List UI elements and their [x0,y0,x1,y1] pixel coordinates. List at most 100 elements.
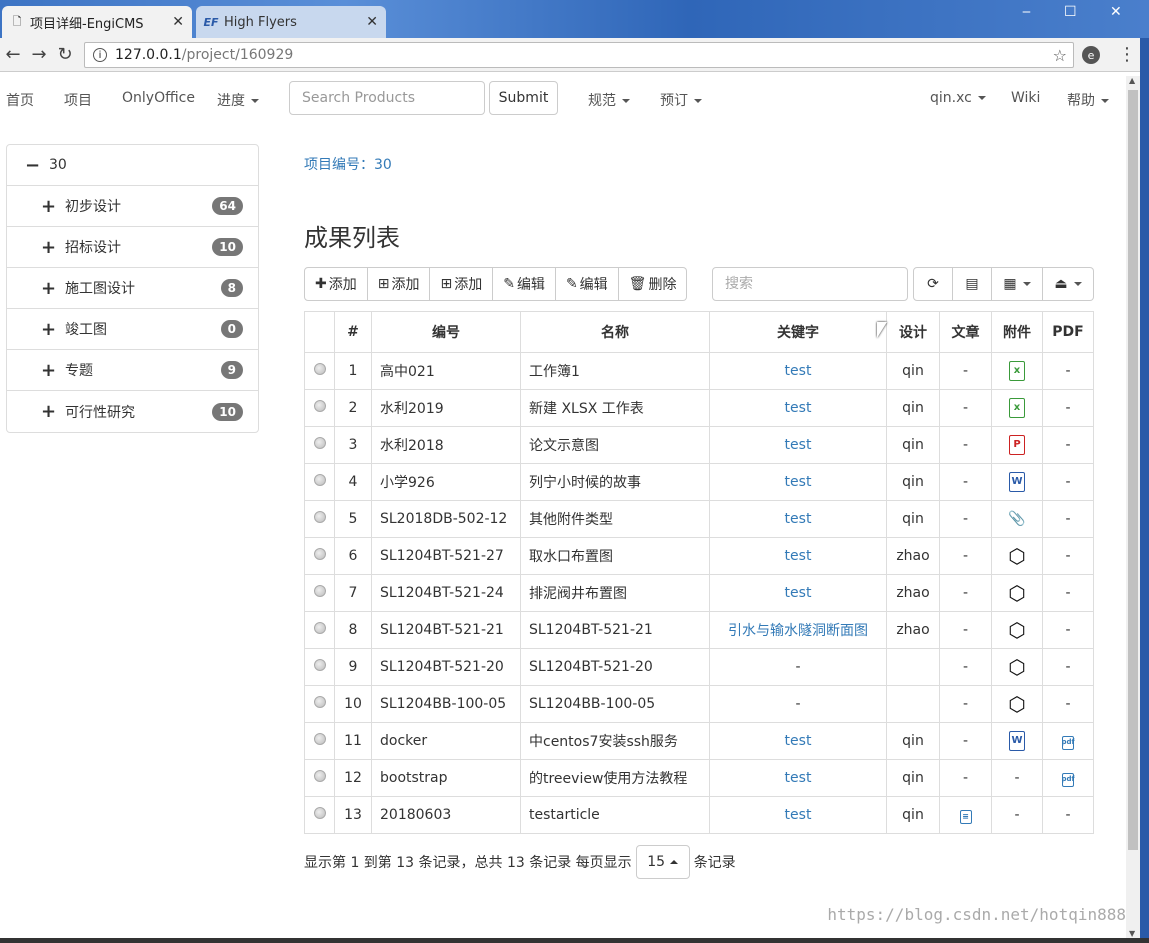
expand-icon[interactable]: + [41,319,59,340]
table-row[interactable]: 1 高中021 工作簿1 test qin - x - [304,352,1094,390]
row-select-cell[interactable] [304,685,335,723]
scroll-up-icon[interactable]: ▲ [1129,76,1135,85]
table-row[interactable]: 3 水利2018 论文示意图 test qin - P - [304,426,1094,464]
row-radio[interactable] [313,807,326,819]
nav-reserve-dropdown[interactable]: 预订 [660,90,702,110]
row-select-cell[interactable] [304,500,335,538]
expand-icon[interactable]: + [41,237,59,258]
table-row[interactable]: 9 SL1204BT-521-20 SL1204BT-521-20- - ⬡ - [304,648,1094,686]
col-index[interactable]: # [334,311,372,353]
keyword-link[interactable]: test [785,474,812,490]
tree-node[interactable]: + 施工图设计 8 [7,268,258,309]
bookmark-star-icon[interactable]: ☆ [1053,46,1067,65]
article-doc-icon[interactable]: ≡ [959,809,972,824]
close-window-icon[interactable]: ✕ [1110,4,1122,20]
paperclip-icon[interactable]: 📎 [1008,511,1025,527]
table-row[interactable]: 11 docker 中centos7安装ssh服务 test qin - Wpdf [304,722,1094,760]
tree-node[interactable]: + 可行性研究 10 [7,391,258,432]
row-radio[interactable] [313,696,326,708]
table-row[interactable]: 8 SL1204BT-521-21 SL1204BT-521-21 引水与输水隧洞断面… [304,611,1094,649]
add-button[interactable]: ✚ 添加 [304,267,368,301]
table-row[interactable]: 10 SL1204BB-100-05 SL1204BB-100-05- - ⬡ - [304,685,1094,723]
row-radio[interactable] [313,511,326,523]
nav-project[interactable]: 项目 [64,90,92,110]
codepen-cube-icon[interactable]: ⬡ [1008,620,1025,640]
row-radio[interactable] [313,474,326,486]
nav-home[interactable]: 首页 [6,90,34,110]
tree-node[interactable]: + 初步设计 64 [7,186,258,227]
table-row[interactable]: 12 bootstrap 的treeview使用方法教程 test qin - - pdf [304,759,1094,797]
col-article[interactable]: 文章 [939,311,992,353]
forward-icon[interactable]: → [26,44,52,65]
keyword-link[interactable]: test [785,400,812,416]
add-folder-button[interactable]: ⊞ 添加 [367,267,431,301]
page-size-dropdown[interactable]: 15 [635,845,690,879]
row-select-cell[interactable] [304,352,335,390]
row-select-cell[interactable] [304,463,335,501]
row-select-cell[interactable] [304,611,335,649]
expand-icon[interactable]: + [41,360,59,381]
submit-button[interactable]: Submit [489,81,558,115]
keyword-link[interactable]: test [785,548,812,564]
table-row[interactable]: 2 水利2019 新建 XLSX 工作表 test qin - x - [304,389,1094,427]
search-products-input[interactable]: Search Products [289,81,485,115]
row-radio[interactable] [313,400,326,412]
nav-onlyoffice[interactable]: OnlyOffice [122,90,195,106]
row-radio[interactable] [313,622,326,634]
columns-button[interactable]: ▦ [992,267,1043,301]
codepen-cube-icon[interactable]: ⬡ [1008,583,1025,603]
tab-high-flyers[interactable]: EF High Flyers ✕ [196,6,386,38]
row-select-cell[interactable] [304,389,335,427]
keyword-link[interactable]: 引水与输水隧洞断面图 [728,623,868,639]
extension-icon[interactable]: e [1082,46,1100,64]
col-designer[interactable]: 设计 [886,311,940,353]
col-name[interactable]: 名称 [520,311,710,353]
excel-file-icon[interactable]: x [1009,398,1025,418]
row-radio[interactable] [313,363,326,375]
refresh-button[interactable]: ⟳ [913,267,953,301]
table-row[interactable]: 6 SL1204BT-521-27 取水口布置图 test zhao - ⬡ - [304,537,1094,575]
url-field[interactable]: i 127.0.0.1/project/160929 ☆ [84,42,1074,68]
keyword-link[interactable]: test [785,437,812,453]
row-radio[interactable] [313,585,326,597]
table-row[interactable]: 4 小学926 列宁小时候的故事 test qin - W - [304,463,1094,501]
nav-progress-dropdown[interactable]: 进度 [217,90,259,110]
col-keyword[interactable]: 关键字 [709,311,887,353]
add-article-button[interactable]: ⊞ 添加 [430,267,494,301]
close-tab-icon[interactable]: ✕ [366,14,378,30]
tree-node[interactable]: + 专题 9 [7,350,258,391]
row-radio[interactable] [313,548,326,560]
keyword-link[interactable]: test [785,770,812,786]
powerpoint-file-icon[interactable]: P [1009,435,1025,455]
expand-icon[interactable]: + [41,196,59,217]
edit-attachment-button[interactable]: ✎ 编辑 [555,267,619,301]
keyword-link[interactable]: test [785,733,812,749]
col-attachment[interactable]: 附件 [991,311,1043,353]
tree-node[interactable]: + 招标设计 10 [7,227,258,268]
expand-icon[interactable]: + [41,278,59,299]
codepen-cube-icon[interactable]: ⬡ [1008,546,1025,566]
row-select-cell[interactable] [304,722,335,760]
table-row[interactable]: 5 SL2018DB-502-12 其他附件类型 test qin - 📎 - [304,500,1094,538]
word-file-icon[interactable]: W [1009,731,1025,751]
col-code[interactable]: 编号 [371,311,521,353]
maximize-icon[interactable]: ☐ [1064,4,1077,20]
word-file-icon[interactable]: W [1009,472,1025,492]
keyword-link[interactable]: test [785,585,812,601]
row-select-cell[interactable] [304,537,335,575]
info-icon[interactable]: i [93,48,107,62]
row-radio[interactable] [313,659,326,671]
col-pdf[interactable]: PDF [1042,311,1094,353]
back-icon[interactable]: ← [0,44,26,65]
excel-file-icon[interactable]: x [1009,361,1025,381]
nav-help-dropdown[interactable]: 帮助 [1067,90,1109,110]
row-select-cell[interactable] [304,574,335,612]
pdf-file-icon[interactable]: pdf [1061,772,1075,787]
codepen-cube-icon[interactable]: ⬡ [1008,694,1025,714]
toggle-view-button[interactable]: ▤ [953,267,992,301]
nav-wiki[interactable]: Wiki [1011,90,1040,106]
edit-button[interactable]: ✎ 编辑 [493,267,556,301]
close-tab-icon[interactable]: ✕ [172,14,184,30]
row-radio[interactable] [313,437,326,449]
delete-button[interactable]: 🗑 删除 [618,267,688,301]
